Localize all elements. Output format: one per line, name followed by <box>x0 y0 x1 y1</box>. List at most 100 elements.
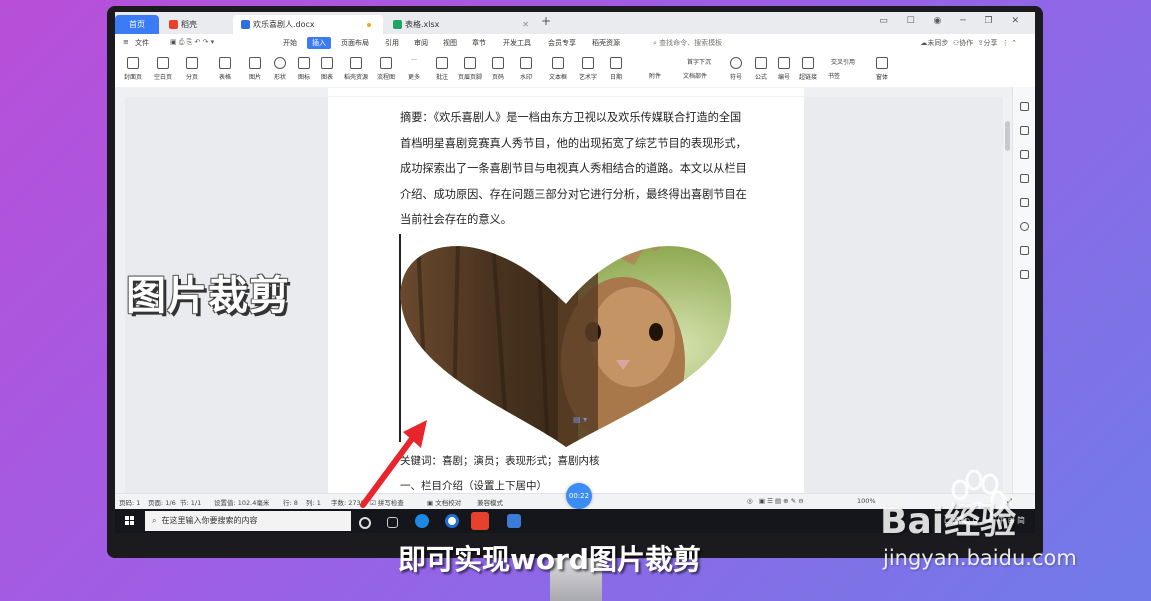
ribbon-numbering[interactable]: 编号 <box>771 55 797 81</box>
ribbon-cover-page[interactable]: 封面页 <box>120 55 146 81</box>
task-view-icon[interactable] <box>387 517 398 528</box>
sidebar-location-icon[interactable] <box>1020 270 1029 279</box>
word-icon[interactable] <box>507 514 521 528</box>
vertical-ruler[interactable] <box>115 97 125 493</box>
menu-view[interactable]: 视图 <box>443 38 457 48</box>
status-section: 节: 1/1 <box>180 499 202 507</box>
wps-icon[interactable] <box>471 512 489 530</box>
tab-home[interactable]: 首页 <box>115 15 159 34</box>
abstract-paragraph[interactable]: 摘要：《欢乐喜剧人》是一档由东方卫视以及欢乐传媒联合打造的全国首档明星喜剧竞赛真… <box>400 105 752 233</box>
header-footer-icon <box>464 57 476 69</box>
sidebar-style-icon[interactable] <box>1020 126 1029 135</box>
title-bar: 首页 稻壳 欢乐喜剧人.docx 表格.xlsx ✕ + ▭ ☐ ◉ ─ ❐ ✕ <box>115 12 1035 34</box>
date-icon <box>610 57 622 69</box>
close-tab-icon[interactable]: ✕ <box>522 15 529 34</box>
edge-icon[interactable] <box>415 514 429 528</box>
chart-icon <box>321 57 333 69</box>
zoom-level[interactable]: 100% <box>857 497 876 505</box>
watermark-icon <box>520 57 532 69</box>
sidebar-help-icon[interactable] <box>1020 222 1029 231</box>
ribbon-symbol[interactable]: 符号 <box>723 55 749 81</box>
table-icon <box>219 57 231 69</box>
ribbon-comment[interactable]: 批注 <box>429 55 455 81</box>
menu-daoke-resources[interactable]: 稻壳资源 <box>592 38 620 48</box>
ribbon-attachment[interactable]: 附件 <box>637 71 673 80</box>
flowchart-icon <box>380 57 392 69</box>
browser-icon[interactable] <box>445 514 459 528</box>
quick-access-toolbar[interactable]: ▣ ⎙ ⎘ ↶ ↷ ▾ <box>170 38 214 47</box>
sidebar-pen-icon[interactable] <box>1020 150 1029 159</box>
ribbon-bookmark[interactable]: 书签 <box>821 71 847 80</box>
spreadsheet-icon <box>393 20 402 29</box>
tab-spreadsheet[interactable]: 表格.xlsx ✕ <box>385 15 535 34</box>
menu-member[interactable]: 会员专享 <box>548 38 576 48</box>
baidu-watermark-url: jingyan.baidu.com <box>883 546 1077 570</box>
menu-reference[interactable]: 引用 <box>385 38 399 48</box>
hamburger-icon[interactable]: ≡ <box>123 38 129 46</box>
status-compat-mode: 兼容模式 <box>477 499 503 507</box>
recording-timer: 00:22 <box>566 483 592 509</box>
view-mode-icons[interactable]: ◎ ▣ ☰ ▤ ⊕ ✎ ⊖ <box>747 497 804 505</box>
menu-right-actions[interactable]: ☁未同步 ⚇协作 ⇪分享 ⋮ ⌃ <box>920 38 1017 48</box>
ribbon-header-footer[interactable]: 页眉页脚 <box>457 55 483 81</box>
ribbon-daoke[interactable]: 稻壳资源 <box>343 55 369 81</box>
horizontal-ruler[interactable] <box>115 87 1015 97</box>
hyperlink-icon <box>802 57 814 69</box>
baidu-watermark-logo: Bai经验 <box>880 501 1017 542</box>
ribbon-cross-ref[interactable]: 交叉引用 <box>821 57 865 66</box>
menu-chapter[interactable]: 章节 <box>472 38 486 48</box>
unsaved-dot-icon <box>367 23 371 27</box>
ribbon-blank-page[interactable]: 空白页 <box>150 55 176 81</box>
status-setting: 设置值: 102.4毫米 <box>214 499 270 507</box>
blank-page-icon <box>157 57 169 69</box>
window-controls[interactable]: ▭ ☐ ◉ ─ ❐ ✕ <box>879 16 1027 26</box>
menu-developer[interactable]: 开发工具 <box>503 38 531 48</box>
sidebar-adjust-icon[interactable] <box>1020 198 1029 207</box>
ribbon-table[interactable]: 表格 <box>212 55 238 81</box>
command-search[interactable]: ⌕ 查找命令、搜索模板 <box>653 38 722 48</box>
scrollbar-thumb[interactable] <box>1005 121 1010 151</box>
formula-icon <box>755 57 767 69</box>
ribbon-picture[interactable]: 图片 <box>242 55 268 81</box>
textbox-icon <box>552 57 564 69</box>
windows-start-icon[interactable] <box>125 516 135 526</box>
daoke-icon <box>169 20 178 29</box>
cortana-icon[interactable] <box>359 517 371 529</box>
page-number-icon <box>492 57 504 69</box>
wordart-icon <box>582 57 594 69</box>
vertical-scrollbar[interactable] <box>1003 97 1012 493</box>
file-menu[interactable]: 文件 <box>135 38 149 48</box>
ribbon-page-number[interactable]: 页码 <box>485 55 511 81</box>
menu-page-layout[interactable]: 页面布局 <box>341 38 369 48</box>
ribbon-form[interactable]: 窗体 <box>869 55 895 81</box>
ribbon-hyperlink[interactable]: 超链接 <box>795 55 821 81</box>
ribbon-date[interactable]: 日期 <box>603 55 629 81</box>
heart-cropped-image[interactable] <box>398 242 738 452</box>
ribbon-chart[interactable]: 图表 <box>314 55 340 81</box>
menu-start[interactable]: 开始 <box>283 38 297 48</box>
ribbon-page-break[interactable]: 分页 <box>179 55 205 81</box>
ribbon-shape[interactable]: 形状 <box>267 55 293 81</box>
menu-review[interactable]: 审阅 <box>414 38 428 48</box>
sidebar-expand-icon[interactable] <box>1020 102 1029 111</box>
sidebar-cursor-icon[interactable] <box>1020 174 1029 183</box>
shape-icon <box>274 57 286 69</box>
ribbon-drop-cap[interactable]: 首字下沉 <box>677 57 721 66</box>
daoke-resources-icon <box>350 57 362 69</box>
menu-bar: ≡ 文件 ▣ ⎙ ⎘ ↶ ↷ ▾ 开始 插入 页面布局 引用 审阅 视图 章节 … <box>115 34 1035 54</box>
sidebar-settings-icon[interactable] <box>1020 246 1029 255</box>
symbol-icon <box>730 57 742 69</box>
ribbon-watermark[interactable]: 水印 <box>513 55 539 81</box>
ribbon-more[interactable]: ··· 更多 <box>401 55 427 81</box>
ribbon-textbox[interactable]: 文本框 <box>545 55 571 81</box>
insert-ribbon: 封面页 空白页 分页 表格 图片 形状 图标 图表 稻壳资源 流程图 ··· 更多… <box>115 53 1035 88</box>
image-layout-options-icon[interactable]: ▤ ▾ <box>573 415 587 424</box>
menu-insert[interactable]: 插入 <box>307 37 331 49</box>
ribbon-wordart[interactable]: 艺术字 <box>575 55 601 81</box>
tab-document[interactable]: 欢乐喜剧人.docx <box>233 15 383 34</box>
new-tab-button[interactable]: + <box>541 14 551 28</box>
ribbon-doc-parts[interactable]: 文档部件 <box>673 71 717 80</box>
tab-daoke[interactable]: 稻壳 <box>161 15 231 34</box>
ribbon-flowchart[interactable]: 流程图 <box>373 55 399 81</box>
taskbar-search[interactable]: ⌕ 在这里输入你要搜索的内容 <box>145 511 351 531</box>
